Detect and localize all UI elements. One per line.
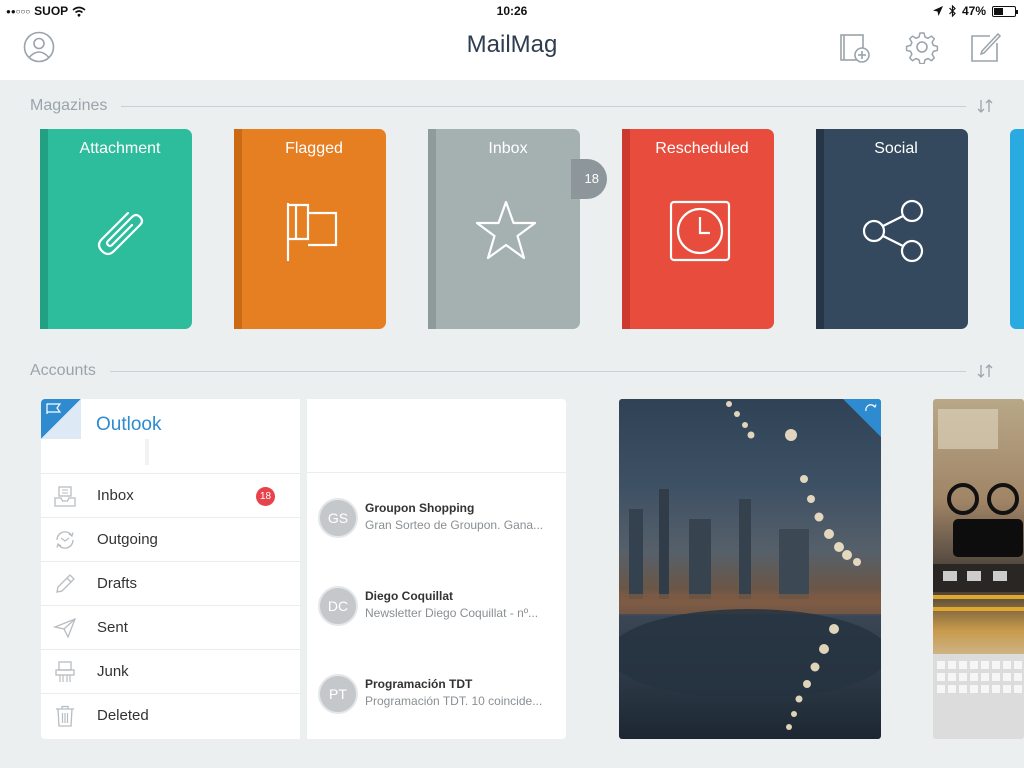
account-name: Outlook bbox=[96, 414, 162, 435]
folder-junk[interactable]: Junk bbox=[41, 649, 300, 693]
column-divider bbox=[300, 399, 307, 739]
battery-percent: 47% bbox=[961, 4, 986, 18]
share-icon bbox=[862, 199, 924, 263]
folder-label: Sent bbox=[97, 619, 128, 636]
new-magazine-icon[interactable] bbox=[838, 30, 872, 64]
avatar: DC bbox=[318, 586, 358, 626]
inbox-tray-icon bbox=[54, 486, 76, 507]
message-sender: Diego Coquillat bbox=[365, 589, 453, 603]
message-preview: Programación TDT. 10 coincide... bbox=[365, 694, 543, 708]
accounts-divider bbox=[109, 370, 966, 372]
folder-label: Junk bbox=[97, 663, 129, 680]
sort-icon[interactable] bbox=[976, 362, 994, 380]
sort-icon[interactable] bbox=[976, 97, 994, 115]
message-preview: Newsletter Diego Coquillat - nº... bbox=[365, 606, 539, 620]
folder-outgoing[interactable]: Outgoing bbox=[41, 517, 300, 561]
battery-fill bbox=[994, 7, 1004, 15]
battery-icon bbox=[992, 5, 1018, 17]
magazine-flagged[interactable]: Flagged bbox=[234, 129, 386, 329]
folder-label: Drafts bbox=[97, 575, 138, 592]
magazine-social[interactable]: Social bbox=[816, 129, 968, 329]
paperclip-icon bbox=[97, 211, 144, 256]
magazine-rescheduled[interactable]: Rescheduled bbox=[622, 129, 774, 329]
message-item[interactable]: PT Programación TDT Programación TDT. 10… bbox=[307, 674, 566, 734]
accounts-heading: Accounts bbox=[30, 362, 96, 379]
magazine-spine bbox=[816, 129, 824, 329]
magazine-next-peek[interactable] bbox=[1010, 129, 1024, 329]
photo-card-desk-items[interactable] bbox=[933, 399, 1024, 739]
desk-photo-illustration bbox=[933, 409, 1024, 739]
pencil-icon bbox=[56, 574, 75, 593]
folder-list: Outlook Inbox 18 Outgoing Drafts Sent Ju… bbox=[41, 399, 300, 739]
clock-icon bbox=[669, 200, 731, 262]
outgoing-sync-icon bbox=[56, 531, 74, 549]
status-time: 10:26 bbox=[496, 4, 528, 18]
photo-card-city-reflection[interactable] bbox=[619, 399, 881, 739]
folder-sent[interactable]: Sent bbox=[41, 605, 300, 649]
folder-label: Inbox bbox=[97, 487, 134, 504]
magazine-title: Flagged bbox=[285, 140, 343, 157]
message-item[interactable]: GS Groupon Shopping Gran Sorteo de Group… bbox=[307, 498, 566, 558]
shredder-icon bbox=[55, 661, 75, 682]
gear-icon[interactable] bbox=[905, 30, 939, 64]
magazine-title: Rescheduled bbox=[655, 140, 749, 157]
accounts-header: Accounts bbox=[30, 361, 994, 381]
magazine-inbox[interactable]: Inbox bbox=[428, 129, 580, 329]
message-preview: Gran Sorteo de Groupon. Gana... bbox=[365, 518, 544, 532]
folder-drafts[interactable]: Drafts bbox=[41, 561, 300, 605]
magazine-spine bbox=[622, 129, 630, 329]
magazine-title: Attachment bbox=[79, 140, 161, 157]
magazines-header: Magazines bbox=[30, 96, 994, 116]
magazine-spine bbox=[234, 129, 242, 329]
status-right: 47% bbox=[932, 4, 1018, 18]
city-photo-illustration bbox=[619, 401, 881, 730]
bluetooth-icon bbox=[949, 5, 956, 17]
nav-bar: MailMag bbox=[0, 22, 1024, 80]
folder-label: Outgoing bbox=[97, 531, 158, 548]
status-bar: ●●○○○ SUOP 10:26 47% bbox=[0, 0, 1024, 22]
inbox-unread-badge: 18 bbox=[571, 159, 607, 199]
message-sender: Programación TDT bbox=[365, 677, 473, 691]
compose-icon[interactable] bbox=[968, 30, 1002, 64]
location-arrow-icon bbox=[932, 6, 943, 16]
magazine-title: Inbox bbox=[488, 140, 528, 157]
flag-small-icon bbox=[46, 403, 62, 414]
avatar: PT bbox=[318, 674, 358, 714]
folder-deleted[interactable]: Deleted bbox=[41, 693, 300, 737]
paper-plane-icon bbox=[53, 617, 77, 639]
magazines-divider bbox=[121, 105, 966, 107]
magazine-attachment[interactable]: Attachment bbox=[40, 129, 192, 329]
folder-label: Deleted bbox=[97, 707, 149, 724]
magazine-spine bbox=[428, 129, 436, 329]
message-item[interactable]: DC Diego Coquillat Newsletter Diego Coqu… bbox=[307, 586, 566, 646]
magazine-title: Social bbox=[874, 140, 918, 157]
flag-icon bbox=[286, 203, 338, 261]
account-name-cursor bbox=[145, 439, 149, 465]
magazine-spine bbox=[40, 129, 48, 329]
message-list-divider bbox=[307, 472, 566, 473]
star-icon bbox=[475, 200, 537, 260]
refresh-small-icon[interactable] bbox=[864, 404, 878, 416]
account-card-outlook[interactable]: Outlook Inbox 18 Outgoing Drafts Sent Ju… bbox=[41, 399, 566, 739]
message-list: GS Groupon Shopping Gran Sorteo de Group… bbox=[307, 399, 566, 739]
avatar: GS bbox=[318, 498, 358, 538]
magazines-heading: Magazines bbox=[30, 97, 108, 114]
folder-inbox[interactable]: Inbox 18 bbox=[41, 473, 300, 517]
unread-badge: 18 bbox=[256, 487, 275, 506]
message-sender: Groupon Shopping bbox=[365, 501, 475, 515]
trash-icon bbox=[56, 705, 74, 727]
